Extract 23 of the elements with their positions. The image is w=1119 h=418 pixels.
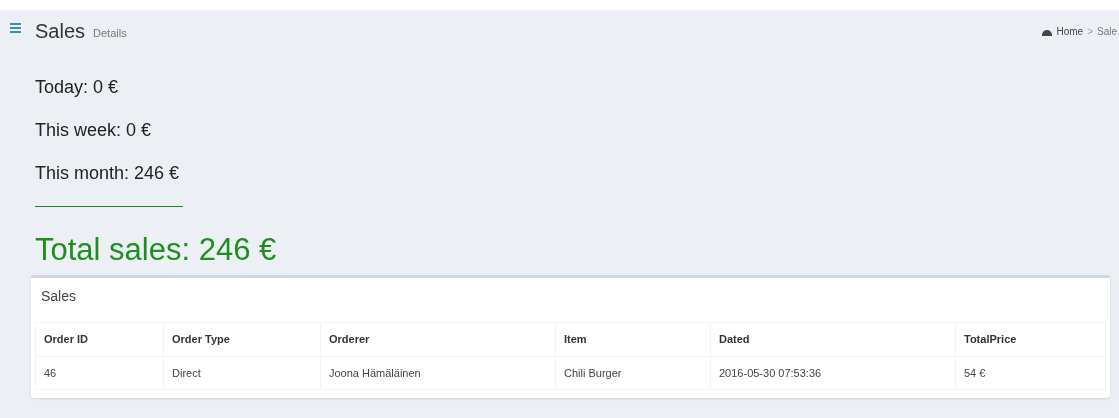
column-header: Dated bbox=[710, 322, 956, 357]
summary-line: Today: 0 € bbox=[35, 76, 120, 98]
column-header: TotalPrice bbox=[955, 322, 1106, 357]
table-cell: Chili Burger bbox=[555, 356, 711, 390]
breadcrumb-link[interactable]: Home bbox=[1056, 23, 1084, 39]
column-header: Orderer bbox=[320, 322, 556, 357]
table-cell: 46 bbox=[35, 356, 164, 390]
table-cell: 2016-05-30 07:53:36 bbox=[710, 356, 956, 390]
table-cell: Direct bbox=[163, 356, 321, 390]
column-header: Order ID bbox=[35, 322, 164, 357]
breadcrumb-current: Sale bbox=[1097, 24, 1117, 39]
breadcrumb-separator: > bbox=[1087, 24, 1093, 39]
summary-line: This week: 0 € bbox=[35, 119, 153, 141]
summary-line: This month: 246 € bbox=[35, 162, 181, 184]
card-title: Sales bbox=[40, 287, 78, 306]
menu-icon[interactable] bbox=[10, 23, 21, 33]
total-sales: Total sales: 246 € bbox=[34, 233, 278, 267]
page-subtitle: Details bbox=[93, 25, 127, 41]
column-header: Order Type bbox=[163, 322, 321, 357]
table-cell: Joona Hämäläinen bbox=[320, 356, 556, 390]
page-title: Sales bbox=[35, 21, 86, 41]
table-cell: 54 € bbox=[955, 356, 1106, 390]
column-header: Item bbox=[555, 322, 711, 357]
